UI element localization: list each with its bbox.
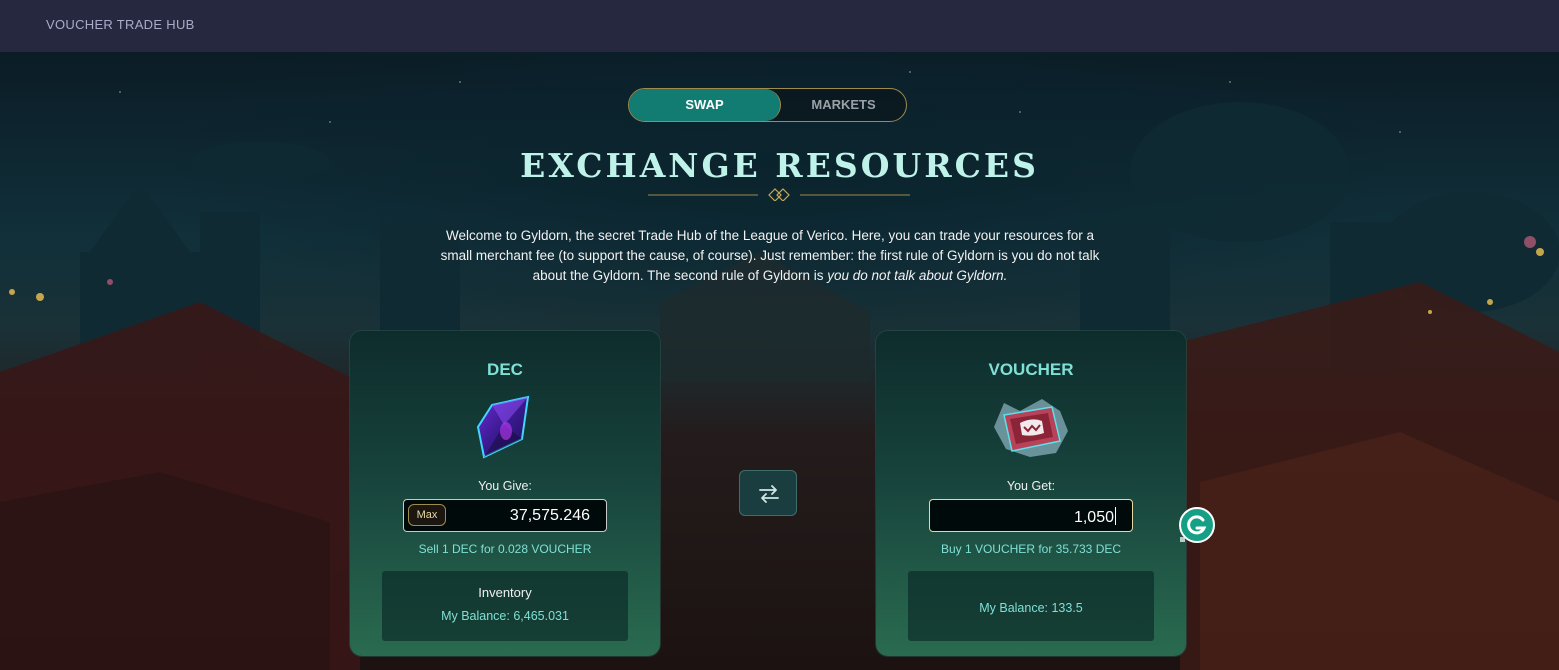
voucher-ticket-icon xyxy=(994,399,1068,457)
view-toggle: SWAP MARKETS xyxy=(628,88,907,122)
intro-text: Welcome to Gyldorn, the secret Trade Hub… xyxy=(430,226,1110,286)
tab-swap[interactable]: SWAP xyxy=(629,89,781,121)
give-inventory: Inventory My Balance: 6,465.031 xyxy=(382,571,628,641)
get-amount-input[interactable]: 1,050 xyxy=(929,499,1133,532)
give-balance: My Balance: 6,465.031 xyxy=(441,609,569,623)
buy-rate: Buy 1 VOUCHER for 35.733 DEC xyxy=(940,542,1122,556)
title-divider-ornament xyxy=(648,188,910,201)
market-backdrop xyxy=(0,71,1559,670)
page-title: EXCHANGE RESOURCES xyxy=(520,146,1039,185)
get-card: VOUCHER You Get: 1,050 Buy 1 VOUCHER for… xyxy=(876,331,1186,656)
top-bar: VOUCHER TRADE HUB xyxy=(0,0,1559,52)
grammarly-icon[interactable] xyxy=(1178,507,1215,544)
intro-emphasis: you do not talk about Gyldorn. xyxy=(827,268,1008,283)
get-label: You Get: xyxy=(1006,479,1056,493)
give-amount-input[interactable]: Max 37,575.246 xyxy=(403,499,607,532)
give-amount-value: 37,575.246 xyxy=(509,507,590,524)
swap-direction-button[interactable] xyxy=(739,470,797,516)
swap-arrows-icon xyxy=(759,485,779,503)
give-label: You Give: xyxy=(478,479,532,493)
sell-rate: Sell 1 DEC for 0.028 VOUCHER xyxy=(418,542,592,556)
app-title: VOUCHER TRADE HUB xyxy=(46,17,195,32)
get-balance: My Balance: 133.5 xyxy=(979,601,1083,615)
get-token-name: VOUCHER xyxy=(988,360,1074,379)
get-amount-text: 1,050 xyxy=(1073,509,1114,526)
give-token-name: DEC xyxy=(487,360,523,379)
max-button[interactable]: Max xyxy=(408,504,446,526)
dec-crystal-icon xyxy=(476,395,530,459)
get-amount-value: 1,050 xyxy=(1074,507,1116,527)
text-caret xyxy=(1115,507,1116,525)
give-card: DEC You Give: Max 37,575.246 Sell 1 DEC … xyxy=(350,331,660,656)
get-inventory: My Balance: 133.5 xyxy=(908,571,1154,641)
tab-markets[interactable]: MARKETS xyxy=(781,89,906,121)
background-scene xyxy=(0,52,1559,670)
inventory-title: Inventory xyxy=(478,585,532,600)
